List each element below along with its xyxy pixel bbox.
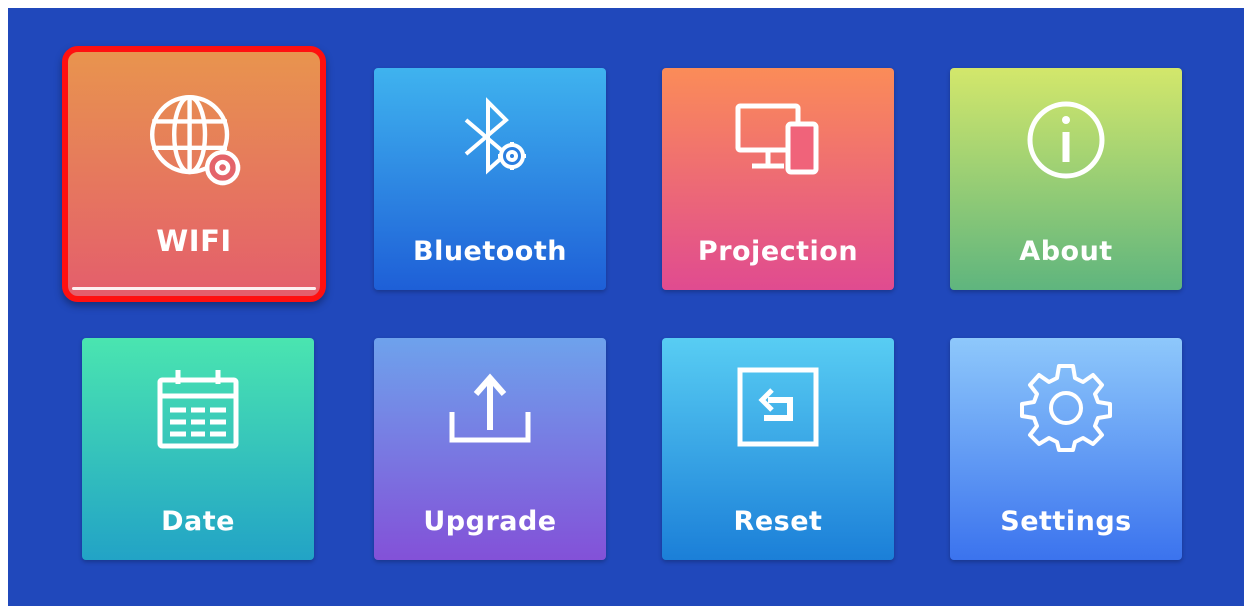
- info-icon: [1016, 90, 1116, 190]
- upload-icon: [440, 360, 540, 460]
- tile-projection[interactable]: Projection: [662, 68, 894, 290]
- tile-label: Projection: [697, 236, 859, 267]
- globe-gear-icon: [139, 84, 249, 194]
- gear-icon: [1016, 360, 1116, 460]
- tile-label: Settings: [1000, 506, 1132, 537]
- focus-underline: [72, 287, 316, 290]
- bluetooth-gear-icon: [440, 90, 540, 190]
- tile-label: About: [1019, 236, 1113, 267]
- tile-bluetooth[interactable]: Bluetooth: [374, 68, 606, 290]
- tile-date[interactable]: Date: [82, 338, 314, 560]
- settings-menu-screen: WIFI Bluetooth Projection About Date Upg…: [8, 8, 1244, 606]
- tile-label: Bluetooth: [412, 236, 567, 267]
- tile-upgrade[interactable]: Upgrade: [374, 338, 606, 560]
- screen-devices-icon: [728, 90, 828, 190]
- calendar-icon: [148, 360, 248, 460]
- reset-icon: [728, 360, 828, 460]
- tile-about[interactable]: About: [950, 68, 1182, 290]
- tile-settings[interactable]: Settings: [950, 338, 1182, 560]
- tile-label: Reset: [733, 506, 823, 537]
- tile-label: Upgrade: [423, 506, 557, 537]
- tile-reset[interactable]: Reset: [662, 338, 894, 560]
- tile-wifi[interactable]: WIFI: [62, 46, 326, 302]
- tile-label: WIFI: [156, 224, 232, 258]
- tile-label: Date: [161, 506, 235, 537]
